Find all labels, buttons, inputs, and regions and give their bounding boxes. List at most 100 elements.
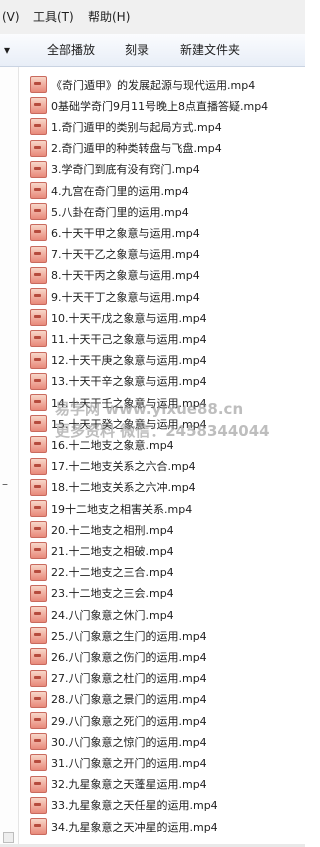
file-name: 14.十天干壬之象意与运用.mp4 (51, 396, 207, 410)
file-item[interactable]: 9.十天干丁之象意与运用.mp4 (30, 286, 305, 307)
file-name: 31.八门象意之开门的运用.mp4 (51, 756, 207, 770)
file-item[interactable]: 3.学奇门到底有没有窍门.mp4 (30, 159, 305, 180)
navigation-pane: – (0, 67, 19, 847)
file-item[interactable]: 16.十二地支之象意.mp4 (30, 434, 305, 455)
file-item[interactable]: 13.十天干辛之象意与运用.mp4 (30, 371, 305, 392)
file-item[interactable]: 10.十天干戊之象意与运用.mp4 (30, 307, 305, 328)
video-file-icon (30, 330, 47, 348)
file-item[interactable]: 30.八门象意之惊门的运用.mp4 (30, 731, 305, 752)
file-name: 32.九星象意之天蓬星运用.mp4 (51, 778, 207, 792)
file-name: 34.九星象意之天冲星的运用.mp4 (51, 820, 218, 834)
file-item[interactable]: 14.十天干壬之象意与运用.mp4 (30, 392, 305, 413)
file-name: 0基础学奇门9月11号晚上8点直播答疑.mp4 (51, 99, 269, 113)
file-name: 24.八门象意之休门.mp4 (51, 608, 174, 622)
file-item[interactable]: 18.十二地支关系之六冲.mp4 (30, 477, 305, 498)
file-item[interactable]: 《奇门遁甲》的发展起源与现代运用.mp4 (30, 74, 305, 95)
video-file-icon (30, 76, 47, 93)
video-file-icon (30, 669, 47, 687)
file-item[interactable]: 6.十天干甲之象意与运用.mp4 (30, 222, 305, 243)
file-name: 《奇门遁甲》的发展起源与现代运用.mp4 (51, 78, 256, 92)
video-file-icon (30, 563, 47, 581)
video-file-icon (30, 627, 47, 645)
file-item[interactable]: 8.十天干丙之象意与运用.mp4 (30, 265, 305, 286)
file-item[interactable]: 23.十二地支之三会.mp4 (30, 583, 305, 604)
video-file-icon (30, 457, 47, 475)
file-name: 2.奇门遁甲的种类转盘与飞盘.mp4 (51, 142, 222, 156)
file-item[interactable]: 29.八门象意之死门的运用.mp4 (30, 710, 305, 731)
file-item[interactable]: 15.十天干癸之象意与运用.mp4 (30, 413, 305, 434)
video-file-icon (30, 521, 47, 539)
burn-button[interactable]: 刻录 (125, 34, 149, 66)
file-item[interactable]: 2.奇门遁甲的种类转盘与飞盘.mp4 (30, 138, 305, 159)
file-name: 25.八门象意之生门的运用.mp4 (51, 629, 207, 643)
file-name: 28.八门象意之景门的运用.mp4 (51, 693, 207, 707)
file-item[interactable]: 17.十二地支关系之六合.mp4 (30, 456, 305, 477)
file-item[interactable]: 5.八卦在奇门里的运用.mp4 (30, 201, 305, 222)
splitter-handle[interactable]: – (2, 477, 8, 491)
file-name: 4.九宫在奇门里的运用.mp4 (51, 184, 189, 198)
file-name: 33.九星象意之天任星的运用.mp4 (51, 799, 218, 813)
play-all-button[interactable]: 全部播放 (47, 34, 95, 66)
file-item[interactable]: 26.八门象意之伤门的运用.mp4 (30, 646, 305, 667)
video-file-icon (30, 97, 47, 115)
video-file-icon (30, 394, 47, 411)
file-name: 19十二地支之相害关系.mp4 (51, 502, 193, 516)
new-folder-button[interactable]: 新建文件夹 (180, 34, 240, 66)
file-name: 21.十二地支之相破.mp4 (51, 544, 174, 558)
file-item[interactable]: 4.九宫在奇门里的运用.mp4 (30, 180, 305, 201)
file-item[interactable]: 33.九星象意之天任星的运用.mp4 (30, 795, 305, 816)
video-file-icon (30, 648, 47, 666)
file-name: 11.十天干己之象意与运用.mp4 (51, 332, 207, 346)
file-name: 18.十二地支关系之六冲.mp4 (51, 481, 196, 495)
file-item[interactable]: 0基础学奇门9月11号晚上8点直播答疑.mp4 (30, 95, 305, 116)
file-name: 10.十天干戊之象意与运用.mp4 (51, 311, 207, 325)
file-item[interactable]: 25.八门象意之生门的运用.mp4 (30, 625, 305, 646)
menu-help[interactable]: 帮助(H) (88, 0, 130, 34)
video-file-icon (30, 733, 47, 751)
menu-bar: (V) 工具(T) 帮助(H) (0, 0, 305, 35)
file-item[interactable]: 34.九星象意之天冲星的运用.mp4 (30, 816, 305, 837)
file-item[interactable]: 27.八门象意之杜门的运用.mp4 (30, 668, 305, 689)
file-item[interactable]: 20.十二地支之相刑.mp4 (30, 519, 305, 540)
file-name: 16.十二地支之象意.mp4 (51, 438, 174, 452)
scrollbar-thumb[interactable] (3, 832, 14, 843)
file-name: 27.八门象意之杜门的运用.mp4 (51, 672, 207, 686)
video-file-icon (30, 712, 47, 729)
file-name: 30.八门象意之惊门的运用.mp4 (51, 735, 207, 749)
video-file-icon (30, 500, 47, 517)
menu-view[interactable]: (V) (2, 0, 20, 34)
file-item[interactable]: 22.十二地支之三合.mp4 (30, 562, 305, 583)
file-item[interactable]: 21.十二地支之相破.mp4 (30, 540, 305, 561)
menu-tools[interactable]: 工具(T) (33, 0, 74, 34)
file-item[interactable]: 19十二地支之相害关系.mp4 (30, 498, 305, 519)
file-name: 3.学奇门到底有没有窍门.mp4 (51, 163, 200, 177)
file-item[interactable]: 24.八门象意之休门.mp4 (30, 604, 305, 625)
file-name: 9.十天干丁之象意与运用.mp4 (51, 290, 200, 304)
file-item[interactable]: 31.八门象意之开门的运用.mp4 (30, 752, 305, 773)
file-name: 13.十天干辛之象意与运用.mp4 (51, 375, 207, 389)
file-item[interactable]: 7.十天干乙之象意与运用.mp4 (30, 244, 305, 265)
video-file-icon (30, 436, 47, 454)
video-file-icon (30, 160, 47, 178)
video-file-icon (30, 415, 47, 433)
file-name: 22.十二地支之三合.mp4 (51, 566, 174, 580)
video-file-icon (30, 288, 47, 305)
file-name: 29.八门象意之死门的运用.mp4 (51, 714, 207, 728)
chevron-down-icon[interactable]: ▾ (4, 34, 10, 66)
video-file-icon (30, 182, 47, 199)
file-name: 12.十天干庚之象意与运用.mp4 (51, 354, 207, 368)
file-name: 23.十二地支之三会.mp4 (51, 587, 174, 601)
video-file-icon (30, 139, 47, 157)
file-name: 26.八门象意之伤门的运用.mp4 (51, 650, 207, 664)
file-item[interactable]: 12.十天干庚之象意与运用.mp4 (30, 350, 305, 371)
video-file-icon (30, 309, 47, 327)
file-item[interactable]: 11.十天干己之象意与运用.mp4 (30, 328, 305, 349)
video-file-icon (30, 796, 47, 814)
video-file-icon (30, 690, 47, 708)
video-file-icon (30, 606, 47, 623)
toolbar: ▾ 全部播放 刻录 新建文件夹 (0, 34, 305, 67)
video-file-icon (30, 818, 47, 835)
file-item[interactable]: 28.八门象意之景门的运用.mp4 (30, 689, 305, 710)
file-item[interactable]: 1.奇门遁甲的类别与起局方式.mp4 (30, 116, 305, 137)
file-item[interactable]: 32.九星象意之天蓬星运用.mp4 (30, 774, 305, 795)
